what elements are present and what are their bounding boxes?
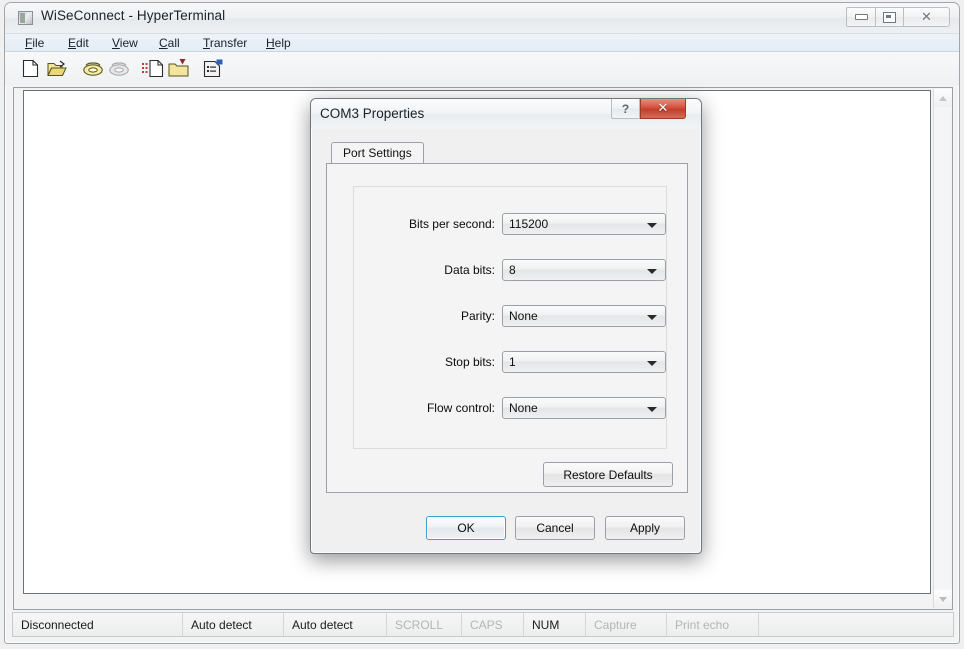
status-scroll: SCROLL (387, 613, 462, 636)
status-capture: Capture (586, 613, 667, 636)
port-settings-group: Bits per second: 115200 Data bits: 8 (353, 186, 667, 449)
tab-strip: Port Settings (326, 142, 688, 164)
com-properties-dialog: COM3 Properties ? ✕ Port Settings Bits p… (310, 98, 702, 554)
label-parity: Parity: (354, 309, 495, 323)
dialog-help-button[interactable]: ? (611, 99, 640, 119)
label-flow-control: Flow control: (354, 401, 495, 415)
dialog-close-button[interactable]: ✕ (640, 99, 686, 119)
ok-button[interactable]: OK (426, 516, 506, 540)
combobox-stop-bits[interactable]: 1 (502, 351, 666, 373)
field-data-bits: Data bits: 8 (354, 259, 666, 281)
minimize-button[interactable] (846, 7, 875, 27)
dialog-title: COM3 Properties (320, 106, 424, 121)
menu-item-edit[interactable]: Edit (62, 36, 95, 50)
close-button[interactable]: ✕ (904, 7, 950, 27)
field-flow-control: Flow control: None (354, 397, 666, 419)
menu-item-transfer[interactable]: Transfer (197, 36, 253, 50)
label-stop-bits: Stop bits: (354, 355, 495, 369)
new-connection-icon (22, 59, 40, 78)
tab-port-settings[interactable]: Port Settings (331, 142, 424, 164)
restore-defaults-button[interactable]: Restore Defaults (543, 462, 673, 487)
close-icon: ✕ (658, 101, 669, 116)
chevron-up-icon (939, 96, 947, 101)
combobox-parity[interactable]: None (502, 305, 666, 327)
call-phone-icon (82, 61, 104, 77)
menu-item-file[interactable]: File (19, 36, 50, 50)
combobox-data-bits[interactable]: 8 (502, 259, 666, 281)
cancel-button[interactable]: Cancel (515, 516, 595, 540)
menu-bar: File Edit View Call Transfer Help (5, 33, 959, 52)
minimize-icon (855, 14, 868, 20)
value-flow-control: None (509, 401, 538, 415)
window-title-bar[interactable]: WiSeConnect - HyperTerminal ✕ (5, 3, 959, 33)
maximize-button[interactable] (875, 7, 904, 27)
send-file-button[interactable] (141, 57, 165, 80)
apply-button[interactable]: Apply (605, 516, 685, 540)
menu-item-call[interactable]: Call (153, 36, 186, 50)
value-stop-bits: 1 (509, 355, 516, 369)
label-bits-per-second: Bits per second: (354, 217, 495, 231)
disconnect-phone-icon (108, 61, 130, 77)
menu-item-view[interactable]: View (106, 36, 144, 50)
status-detect-2: Auto detect (284, 613, 387, 636)
value-data-bits: 8 (509, 263, 516, 277)
field-stop-bits: Stop bits: 1 (354, 351, 666, 373)
status-bar: Disconnected Auto detect Auto detect SCR… (12, 612, 954, 637)
window-title: WiSeConnect - HyperTerminal (41, 8, 225, 23)
new-connection-button[interactable] (19, 57, 43, 80)
tab-panel-port-settings: Bits per second: 115200 Data bits: 8 (326, 163, 688, 493)
combobox-flow-control[interactable]: None (502, 397, 666, 419)
dialog-title-bar[interactable]: COM3 Properties ? ✕ (311, 99, 701, 129)
properties-icon (203, 59, 223, 78)
status-print-echo: Print echo (667, 613, 759, 636)
menu-item-help[interactable]: Help (260, 36, 297, 50)
scrollbar-track[interactable] (934, 107, 951, 590)
status-connection: Disconnected (13, 613, 183, 636)
value-parity: None (509, 309, 538, 323)
chevron-down-icon (647, 361, 657, 366)
field-bits-per-second: Bits per second: 115200 (354, 213, 666, 235)
receive-file-button[interactable] (167, 57, 191, 80)
status-detect-1: Auto detect (183, 613, 284, 636)
maximize-icon (883, 12, 896, 23)
status-num: NUM (524, 613, 586, 636)
chevron-down-icon (647, 315, 657, 320)
status-caps: CAPS (462, 613, 524, 636)
combobox-bits-per-second[interactable]: 115200 (502, 213, 666, 235)
call-button[interactable] (81, 57, 105, 80)
receive-file-icon (168, 59, 190, 78)
chevron-down-icon (939, 597, 947, 602)
field-parity: Parity: None (354, 305, 666, 327)
properties-button[interactable] (201, 57, 225, 80)
chevron-down-icon (647, 407, 657, 412)
help-icon: ? (622, 102, 629, 116)
open-folder-icon (47, 60, 67, 78)
window-frame: WiSeConnect - HyperTerminal ✕ File Edit … (4, 2, 960, 644)
disconnect-button[interactable] (107, 57, 131, 80)
label-data-bits: Data bits: (354, 263, 495, 277)
chevron-down-icon (647, 223, 657, 228)
send-file-icon (142, 59, 164, 78)
toolbar (5, 52, 959, 85)
scroll-up-arrow[interactable] (934, 89, 952, 107)
terminal-scrollbar[interactable] (933, 89, 951, 608)
chevron-down-icon (647, 269, 657, 274)
terminal-icon (18, 11, 33, 25)
status-filler (759, 613, 953, 636)
open-button[interactable] (45, 57, 69, 80)
scroll-down-arrow[interactable] (934, 590, 952, 608)
hyperterminal-window: WiSeConnect - HyperTerminal ✕ File Edit … (0, 0, 964, 649)
close-icon: ✕ (921, 11, 932, 24)
value-bits-per-second: 115200 (509, 217, 548, 231)
